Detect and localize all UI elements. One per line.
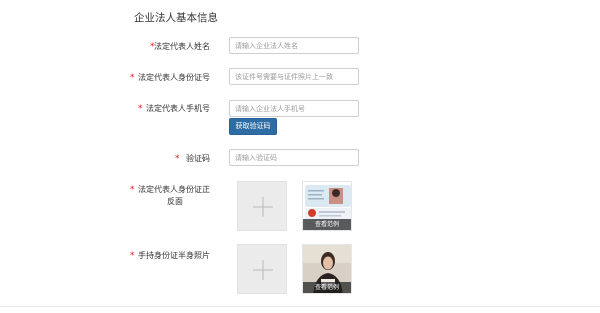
plus-icon xyxy=(253,260,273,280)
holding-id-sample-image: 查看范例 xyxy=(302,244,352,294)
id-card-upload-label-line2: 反面 xyxy=(167,197,183,206)
id-card-upload-label-line1: 法定代表人身份证正 xyxy=(138,185,210,194)
id-card-upload-label: 法定代表人身份证正 反面 xyxy=(100,184,210,208)
section-title: 企业法人基本信息 xyxy=(134,12,218,24)
legal-rep-id-input[interactable] xyxy=(229,68,359,85)
holding-id-photo-upload-box[interactable] xyxy=(237,244,287,294)
id-card-sample-image: 查看范例 xyxy=(302,181,352,231)
legal-rep-name-input[interactable] xyxy=(229,37,359,54)
id-card-view-sample-link[interactable]: 查看范例 xyxy=(303,219,351,230)
verification-code-input[interactable] xyxy=(229,149,359,166)
legal-rep-id-label: 法定代表人身份证号 xyxy=(138,73,210,82)
get-code-button[interactable]: 获取验证码 xyxy=(229,118,277,135)
holding-id-view-sample-link[interactable]: 查看范例 xyxy=(303,282,351,293)
legal-rep-phone-input[interactable] xyxy=(229,100,359,117)
legal-rep-phone-label: 法定代表人手机号 xyxy=(146,104,210,113)
plus-icon xyxy=(253,197,273,217)
legal-rep-name-label: 法定代表人姓名 xyxy=(154,42,210,51)
holding-id-photo-label: 手持身份证半身照片 xyxy=(138,251,210,260)
bottom-divider xyxy=(0,306,600,307)
id-card-upload-box[interactable] xyxy=(237,181,287,231)
verification-code-label: 验证码 xyxy=(186,154,210,163)
